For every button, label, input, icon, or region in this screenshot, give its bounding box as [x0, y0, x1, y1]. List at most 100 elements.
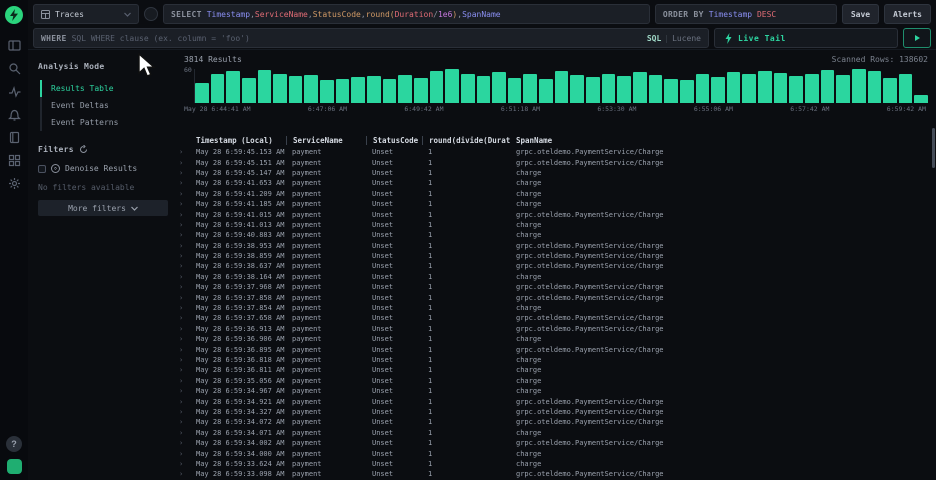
table-row[interactable]: May 28 6:59:41.015 AM payment Unset 1 grpc.o…: [176, 209, 936, 219]
table-row[interactable]: May 28 6:59:36.818 AM payment Unset 1 charge: [176, 355, 936, 365]
live-tail-button[interactable]: Live Tail: [714, 28, 898, 48]
sidebar-item-event-patterns[interactable]: Event Patterns: [42, 114, 168, 131]
column-header[interactable]: ServiceName: [286, 135, 366, 145]
query-language-toggle[interactable]: SQL | Lucene: [647, 34, 701, 43]
table-row[interactable]: May 28 6:59:34.071 AM payment Unset 1 charge: [176, 428, 936, 438]
table-row[interactable]: May 28 6:59:34.327 AM payment Unset 1 grpc.o…: [176, 407, 936, 417]
histogram-bar[interactable]: [804, 74, 819, 103]
histogram-bar[interactable]: [367, 75, 381, 103]
column-header[interactable]: SpanName: [510, 136, 936, 145]
app-logo-icon[interactable]: [5, 6, 23, 24]
histogram-bar[interactable]: [523, 73, 538, 103]
histogram-bar[interactable]: [758, 70, 772, 103]
histogram-bar[interactable]: [554, 70, 569, 103]
histogram-bar[interactable]: [883, 77, 897, 103]
table-row[interactable]: May 28 6:59:37.658 AM payment Unset 1 grpc.o…: [176, 313, 936, 323]
histogram-bar[interactable]: [476, 76, 491, 103]
table-row[interactable]: May 28 6:59:35.056 AM payment Unset 1 charge: [176, 376, 936, 386]
histogram-bar[interactable]: [445, 69, 459, 103]
table-row[interactable]: May 28 6:59:41.653 AM payment Unset 1 charge: [176, 178, 936, 188]
lucene-toggle[interactable]: Lucene: [672, 34, 701, 43]
help-icon[interactable]: ?: [6, 436, 22, 452]
histogram-bar[interactable]: [507, 77, 522, 103]
table-row[interactable]: May 28 6:59:38.637 AM payment Unset 1 grpc.o…: [176, 261, 936, 271]
table-row[interactable]: May 28 6:59:36.906 AM payment Unset 1 charge: [176, 334, 936, 344]
histogram-bar[interactable]: [429, 70, 444, 103]
user-badge-icon[interactable]: [6, 459, 22, 474]
select-query-input[interactable]: SELECT Timestamp,ServiceName,StatusCode,…: [163, 4, 650, 24]
vertical-scrollbar[interactable]: [932, 128, 935, 168]
table-row[interactable]: May 28 6:59:34.921 AM payment Unset 1 grpc.o…: [176, 396, 936, 406]
table-row[interactable]: May 28 6:59:34.072 AM payment Unset 1 grpc.o…: [176, 417, 936, 427]
table-row[interactable]: May 28 6:59:34.967 AM payment Unset 1 charge: [176, 386, 936, 396]
histogram-bar[interactable]: [836, 74, 850, 103]
histogram-bar[interactable]: [382, 79, 397, 103]
table-row[interactable]: May 28 6:59:33.098 AM payment Unset 1 grpc.o…: [176, 469, 936, 479]
orderby-input[interactable]: ORDER BY Timestamp DESC: [654, 4, 837, 24]
table-row[interactable]: May 28 6:59:40.883 AM payment Unset 1 charge: [176, 230, 936, 240]
table-row[interactable]: May 28 6:59:33.624 AM payment Unset 1 charge: [176, 459, 936, 469]
table-row[interactable]: May 28 6:59:34.000 AM payment Unset 1 charge: [176, 448, 936, 458]
table-row[interactable]: May 28 6:59:45.153 AM payment Unset 1 grpc.o…: [176, 147, 936, 157]
run-query-button[interactable]: [903, 28, 931, 48]
source-selector[interactable]: Traces: [33, 4, 139, 24]
table-row[interactable]: May 28 6:59:36.913 AM payment Unset 1 grpc.o…: [176, 324, 936, 334]
table-row[interactable]: May 28 6:59:36.895 AM payment Unset 1 grpc.o…: [176, 344, 936, 354]
sql-toggle[interactable]: SQL: [647, 34, 661, 43]
column-header[interactable]: Timestamp (Local): [190, 136, 286, 145]
histogram-bar[interactable]: [789, 76, 803, 103]
histogram-bar[interactable]: [898, 73, 913, 103]
histogram-bar[interactable]: [664, 78, 678, 103]
histogram-bar[interactable]: [241, 78, 256, 103]
source-info-icon[interactable]: [144, 7, 158, 21]
histogram-bar[interactable]: [773, 72, 788, 103]
bell-icon[interactable]: [7, 107, 21, 121]
histogram-bar[interactable]: [914, 95, 929, 103]
histogram-bar[interactable]: [492, 71, 506, 103]
denoise-checkbox[interactable]: [38, 164, 46, 173]
histogram-bar[interactable]: [867, 71, 882, 103]
histogram-bar[interactable]: [820, 70, 835, 103]
histogram-bar[interactable]: [226, 70, 240, 103]
table-row[interactable]: May 28 6:59:41.013 AM payment Unset 1 charge: [176, 220, 936, 230]
table-row[interactable]: May 28 6:59:37.854 AM payment Unset 1 charge: [176, 303, 936, 313]
histogram-bar[interactable]: [851, 69, 866, 103]
histogram-bar[interactable]: [195, 82, 209, 103]
table-row[interactable]: May 28 6:59:38.164 AM payment Unset 1 charge: [176, 272, 936, 282]
histogram-bar[interactable]: [398, 74, 412, 103]
table-row[interactable]: May 28 6:59:38.859 AM payment Unset 1 grpc.o…: [176, 251, 936, 261]
histogram-bar[interactable]: [570, 74, 585, 103]
table-row[interactable]: May 28 6:59:45.151 AM payment Unset 1 grpc.o…: [176, 157, 936, 167]
histogram-bar[interactable]: [304, 74, 319, 103]
histogram-bar[interactable]: [335, 78, 350, 103]
histogram-bar[interactable]: [742, 74, 757, 103]
table-row[interactable]: May 28 6:59:37.968 AM payment Unset 1 grpc.o…: [176, 282, 936, 292]
histogram-bar[interactable]: [711, 76, 725, 103]
histogram-bar[interactable]: [539, 78, 553, 103]
denoise-results-option[interactable]: Denoise Results: [38, 164, 168, 173]
histogram-bar[interactable]: [679, 80, 694, 103]
histogram-bar[interactable]: [413, 77, 428, 103]
search-icon[interactable]: [7, 61, 21, 75]
save-button[interactable]: Save: [841, 4, 880, 24]
histogram-bar[interactable]: [601, 74, 616, 103]
table-row[interactable]: May 28 6:59:41.185 AM payment Unset 1 charge: [176, 199, 936, 209]
pulse-chart-icon[interactable]: [7, 84, 21, 98]
table-row[interactable]: May 28 6:59:45.147 AM payment Unset 1 charge: [176, 168, 936, 178]
gear-icon[interactable]: [7, 176, 21, 190]
table-row[interactable]: May 28 6:59:34.002 AM payment Unset 1 grpc.o…: [176, 438, 936, 448]
grid-icon[interactable]: [7, 153, 21, 167]
book-icon[interactable]: [7, 130, 21, 144]
histogram-bar[interactable]: [460, 74, 475, 103]
histogram-bar[interactable]: [351, 76, 366, 103]
more-filters-button[interactable]: More filters: [38, 200, 168, 216]
histogram-bar[interactable]: [586, 76, 600, 103]
panels-icon[interactable]: [7, 38, 21, 52]
histogram-bar[interactable]: [257, 70, 272, 103]
table-row[interactable]: May 28 6:59:38.953 AM payment Unset 1 grpc.o…: [176, 241, 936, 251]
histogram-bar[interactable]: [288, 76, 303, 103]
alerts-button[interactable]: Alerts: [884, 4, 931, 24]
column-header[interactable]: StatusCode: [366, 135, 422, 145]
table-row[interactable]: May 28 6:59:36.811 AM payment Unset 1 charge: [176, 365, 936, 375]
histogram-bar[interactable]: [695, 73, 710, 103]
